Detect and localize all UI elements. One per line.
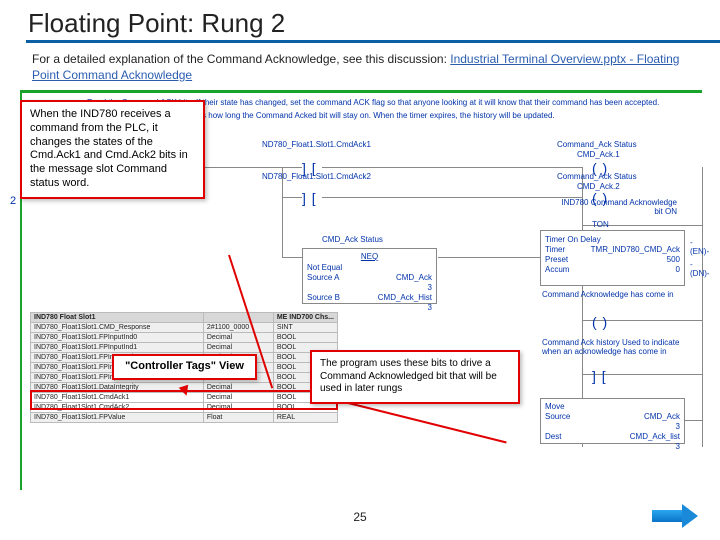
mov-dst-r: CMD_Ack_list xyxy=(630,432,680,441)
table-row: IND780_Float1Slot1.CmdAck2DecimalBOOL xyxy=(31,403,338,413)
wire xyxy=(282,257,302,258)
ton-block: Timer On Delay Timer TMR_IND780_CMD_Ack P… xyxy=(540,230,685,286)
contact-cmdack1-tag: ND780_Float1.Slot1.CmdAck1 xyxy=(262,140,371,149)
rung-number: 2 xyxy=(10,195,16,207)
table-cell: Decimal xyxy=(203,403,273,413)
contact-ack-hist-desc: Command Ack history Used to indicate whe… xyxy=(542,338,682,356)
ton-dn: -(DN)- xyxy=(690,260,710,278)
callout-left-explain: When the IND780 receives a command from … xyxy=(20,100,205,199)
callout-program: The program uses these bits to drive a C… xyxy=(310,350,520,404)
table-row: IND780_Float1Slot1.FPInputInd0DecimalBOO… xyxy=(31,333,338,343)
table-header-cell xyxy=(203,313,273,323)
table-cell: IND780_Float1Slot1.DataIntegrity xyxy=(31,383,204,393)
title-underline xyxy=(26,40,720,43)
rung-comment-line2: The timer controls how long the Command … xyxy=(142,111,687,121)
table-cell: BOOL xyxy=(273,403,337,413)
neq-srcA-v: 3 xyxy=(428,283,432,292)
coil-cmdack1-desc: Command_Ack Status xyxy=(557,140,637,149)
wire xyxy=(438,257,540,258)
neq-label: Not Equal xyxy=(307,263,432,272)
table-cell: Decimal xyxy=(203,393,273,403)
contact-cmdack2 xyxy=(302,190,317,206)
table-cell: IND780_Float1Slot1.FPValue xyxy=(31,413,204,423)
neq-header: NEQ xyxy=(307,252,432,261)
mov-block: Move SourceCMD_Ack 3 DestCMD_Ack_list 3 xyxy=(540,398,685,444)
wire xyxy=(282,197,302,198)
neq-srcB-v: 3 xyxy=(428,303,432,312)
neq-srcA-r: CMD_Ack xyxy=(396,273,432,282)
arrow-head xyxy=(682,504,698,528)
next-arrow-icon[interactable] xyxy=(652,504,698,528)
table-cell: REAL xyxy=(273,413,337,423)
intro-text: For a detailed explanation of the Comman… xyxy=(0,39,720,83)
ton-row3r: 500 xyxy=(667,255,680,264)
mov-src-l: Source xyxy=(545,412,570,421)
table-cell: Float xyxy=(203,413,273,423)
mov-src-r: CMD_Ack xyxy=(644,412,680,421)
neq-title: CMD_Ack Status xyxy=(322,235,383,244)
intro-prefix: For a detailed explanation of the Comman… xyxy=(32,52,450,66)
coil-ack-in xyxy=(592,314,608,330)
neq-srcB-r: CMD_Ack_Hist xyxy=(378,293,432,302)
mov-dst-l: Dest xyxy=(545,432,561,441)
title-bar: Floating Point: Rung 2 xyxy=(0,0,720,39)
slide-title: Floating Point: Rung 2 xyxy=(28,8,720,39)
neq-srcB-l: Source B xyxy=(307,293,340,302)
coil-ack-in-desc: Command Acknowledge has come in xyxy=(542,290,682,299)
ton-row4r: 0 xyxy=(676,265,680,274)
table-cell: IND780_Float1Slot1.CmdAck1 xyxy=(31,393,204,403)
ton-row2r: TMR_IND780_CMD_Ack xyxy=(591,245,680,254)
contact-ack-hist xyxy=(592,368,607,384)
wire xyxy=(322,167,582,168)
table-cell: IND780_Float1Slot1.FPInputInd1 xyxy=(31,343,204,353)
ton-row4l: Accum xyxy=(545,265,569,274)
table-cell: IND780_Float1Slot1.FPInputInd0 xyxy=(31,333,204,343)
coil-cmdack2-desc: Command_Ack Status xyxy=(557,172,637,181)
coil-cmdack2-tag: CMD_Ack.2 xyxy=(577,182,620,191)
table-cell: IND780_Float1Slot1.CMD_Response xyxy=(31,323,204,333)
wire xyxy=(322,197,582,198)
table-cell: Decimal xyxy=(203,333,273,343)
contact-cmdack2-tag: ND780_Float1.Slot1.CmdAck2 xyxy=(262,172,371,181)
table-row: IND780_Float1Slot1.FPValueFloatREAL xyxy=(31,413,338,423)
ton-row2l: Timer xyxy=(545,245,565,254)
table-cell: Decimal xyxy=(203,383,273,393)
table-header-cell: IND780 Float Slot1 xyxy=(31,313,204,323)
wire xyxy=(702,167,703,447)
neq-srcA-l: Source A xyxy=(307,273,339,282)
table-cell: SINT xyxy=(273,323,337,333)
table-cell: Decimal xyxy=(203,343,273,353)
slide: Floating Point: Rung 2 For a detailed ex… xyxy=(0,0,720,540)
table-cell: 2#1100_0000 xyxy=(203,323,273,333)
table-row: IND780_Float1Slot1.CMD_Response2#1100_00… xyxy=(31,323,338,333)
table-header-cell: ME IND700 Chs... xyxy=(273,313,337,323)
mov-src-v: 3 xyxy=(676,422,680,431)
mov-header: Move xyxy=(545,402,680,411)
coil-timer-desc: IND780 Command Acknowledge bit ON xyxy=(557,198,677,216)
neq-block: NEQ Not Equal Source A CMD_Ack 3 Source B… xyxy=(302,248,437,304)
ton-row1: Timer On Delay xyxy=(545,235,601,244)
callout-tags-view: "Controller Tags" View xyxy=(112,354,257,380)
table-cell: IND780_Float1Slot1.CmdAck2 xyxy=(31,403,204,413)
table-row: IND780_Float1Slot1.FPInputInd1DecimalBOO… xyxy=(31,343,338,353)
ton-title: TON xyxy=(592,220,609,229)
mov-dst-v: 3 xyxy=(676,442,680,451)
page-number: 25 xyxy=(0,510,720,524)
arrow-shaft xyxy=(652,510,682,522)
ton-en: -(EN)- xyxy=(690,238,709,256)
coil-cmdack1-tag: CMD_Ack.1 xyxy=(577,150,620,159)
ton-row3l: Preset xyxy=(545,255,568,264)
rail-top xyxy=(22,90,702,93)
table-cell: BOOL xyxy=(273,333,337,343)
